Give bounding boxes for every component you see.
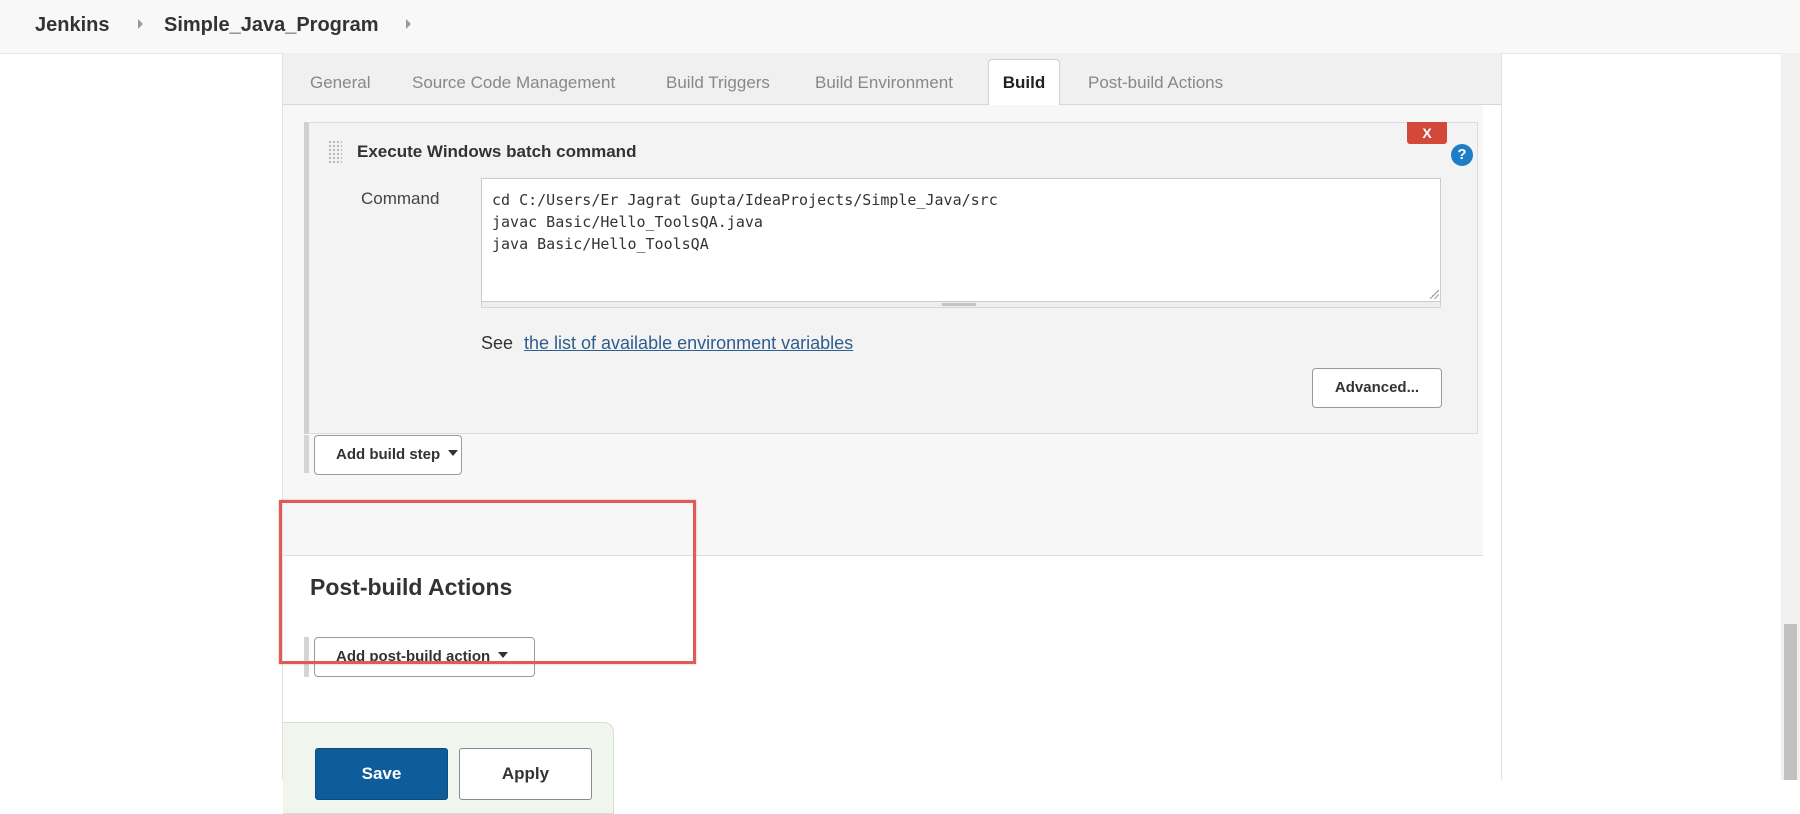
breadcrumb-jenkins[interactable]: Jenkins [35, 14, 109, 37]
advanced-button[interactable]: Advanced... [1312, 368, 1442, 408]
save-button[interactable]: Save [315, 748, 448, 800]
breadcrumb-project[interactable]: Simple_Java_Program [164, 14, 379, 37]
add-build-step-button[interactable]: Add build step [314, 435, 462, 475]
breadcrumb-chevron-right-icon[interactable] [406, 19, 411, 29]
tab-general[interactable]: General [310, 73, 370, 93]
build-step-panel: Execute Windows batch command X ? Comman… [304, 122, 1478, 434]
breadcrumb-chevron-right-icon[interactable] [138, 19, 143, 29]
resize-grip-icon [942, 303, 976, 306]
help-icon[interactable]: ? [1451, 144, 1473, 166]
add-build-step-label: Add build step [336, 446, 441, 463]
apply-button[interactable]: Apply [459, 748, 592, 800]
command-label: Command [361, 189, 440, 208]
scrollbar-thumb[interactable] [1784, 624, 1797, 780]
delete-step-button[interactable]: X [1407, 122, 1447, 144]
drag-handle-icon[interactable] [328, 140, 342, 164]
tab-bar: General Source Code Management Build Tri… [283, 53, 1501, 105]
build-step-title: Execute Windows batch command [357, 142, 637, 161]
textarea-resize-bar[interactable] [481, 302, 1441, 308]
tab-build-triggers[interactable]: Build Triggers [666, 73, 770, 93]
textarea-resize-icon[interactable] [1429, 289, 1439, 299]
env-see-text: See [481, 333, 514, 353]
tab-build[interactable]: Build [988, 59, 1060, 105]
breadcrumb: Jenkins Simple_Java_Program [0, 0, 1800, 54]
highlight-box [279, 500, 696, 664]
tab-source-code-management[interactable]: Source Code Management [412, 73, 615, 93]
add-step-stripe [304, 435, 309, 473]
tab-build-environment[interactable]: Build Environment [815, 73, 953, 93]
env-variables-link[interactable]: the list of available environment variab… [524, 333, 853, 354]
command-textarea[interactable] [481, 178, 1441, 302]
config-panel: General Source Code Management Build Tri… [282, 53, 1502, 814]
caret-down-icon [448, 450, 459, 457]
tab-post-build-actions[interactable]: Post-build Actions [1088, 73, 1223, 93]
